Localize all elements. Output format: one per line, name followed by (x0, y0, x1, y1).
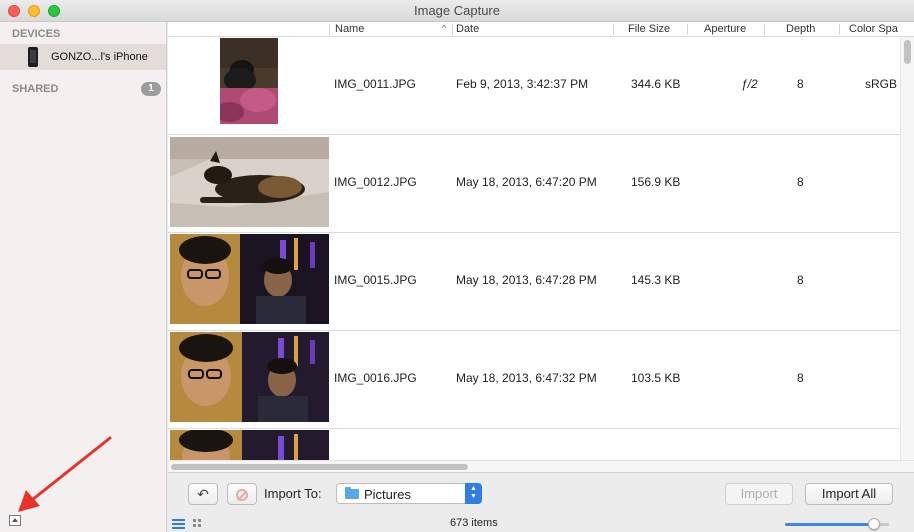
window-title: Image Capture (414, 3, 500, 18)
column-aperture[interactable]: Aperture (704, 23, 746, 35)
device-label: GONZO...l's iPhone (51, 51, 148, 63)
photo-thumbnail[interactable] (170, 137, 329, 227)
vertical-scrollbar[interactable] (900, 37, 914, 460)
column-divider[interactable] (687, 24, 688, 35)
column-divider[interactable] (839, 24, 840, 35)
photo-thumbnail[interactable] (170, 234, 329, 324)
row-file-name: IMG_0012.JPG (334, 175, 417, 189)
grid-view-icon[interactable] (193, 519, 203, 529)
column-divider[interactable] (329, 24, 330, 35)
list-view-icon[interactable] (172, 519, 185, 529)
iphone-icon (28, 47, 38, 67)
column-divider[interactable] (452, 24, 453, 35)
shared-heading[interactable]: SHARED (12, 83, 58, 95)
column-file-size[interactable]: File Size (628, 23, 670, 35)
devices-heading: DEVICES (12, 28, 61, 40)
rotate-left-icon: ↶ (197, 486, 209, 502)
table-row[interactable] (168, 429, 900, 460)
row-file-name: IMG_0016.JPG (334, 371, 417, 385)
sort-ascending-icon: ^ (442, 23, 447, 33)
bottom-toolbar: ↶ Import To: Pictures ▲ ▼ Import Import A… (168, 472, 914, 532)
import-destination-value: Pictures (364, 487, 411, 502)
column-name[interactable]: Name (335, 23, 364, 35)
column-date[interactable]: Date (456, 23, 479, 35)
row-date: May 18, 2013, 6:47:32 PM (456, 371, 597, 385)
row-file-size: 156.9 KB (631, 175, 681, 189)
row-file-size: 103.5 KB (631, 371, 681, 385)
row-aperture: ƒ/2 (741, 77, 758, 91)
image-rows: IMG_0011.JPG Feb 9, 2013, 3:42:37 PM 344… (168, 37, 900, 460)
table-row[interactable]: IMG_0016.JPG May 18, 2013, 6:47:32 PM 10… (168, 331, 900, 429)
sidebar: DEVICES GONZO...l's iPhone SHARED 1 (0, 22, 167, 532)
column-divider[interactable] (613, 24, 614, 35)
row-file-size: 344.6 KB (631, 77, 681, 91)
row-date: Feb 9, 2013, 3:42:37 PM (456, 77, 589, 91)
row-file-name: IMG_0015.JPG (334, 273, 417, 287)
table-row[interactable]: IMG_0012.JPG May 18, 2013, 6:47:20 PM 15… (168, 135, 900, 233)
import-to-label: Import To: (264, 486, 322, 501)
row-depth: 8 (797, 371, 804, 385)
rotate-left-button[interactable]: ↶ (188, 483, 218, 505)
import-destination-select[interactable]: Pictures ▲ ▼ (336, 483, 482, 504)
horizontal-scrollbar[interactable] (168, 460, 914, 472)
item-count: 673 items (450, 517, 498, 529)
row-depth: 8 (797, 77, 804, 91)
row-date: May 18, 2013, 6:47:28 PM (456, 273, 597, 287)
column-depth[interactable]: Depth (786, 23, 815, 35)
thumbnail-size-fill (785, 523, 874, 526)
image-list-pane: Name ^ Date File Size Aperture Depth Col… (168, 22, 914, 532)
row-depth: 8 (797, 175, 804, 189)
column-divider[interactable] (764, 24, 765, 35)
photo-thumbnail[interactable] (220, 38, 278, 124)
import-button[interactable]: Import (725, 483, 793, 505)
column-color-space[interactable]: Color Spa (849, 23, 898, 35)
delete-button[interactable] (227, 483, 257, 505)
delete-icon (236, 489, 248, 501)
popup-arrows-icon: ▲ ▼ (465, 483, 482, 504)
show-details-toggle-icon[interactable] (9, 515, 21, 526)
table-row[interactable]: IMG_0011.JPG Feb 9, 2013, 3:42:37 PM 344… (168, 37, 900, 135)
folder-icon (345, 487, 359, 499)
title-bar: Image Capture (0, 0, 914, 22)
shared-count-badge: 1 (141, 82, 161, 96)
row-file-size: 145.3 KB (631, 273, 681, 287)
horizontal-scroll-thumb[interactable] (171, 464, 468, 470)
table-row[interactable]: IMG_0015.JPG May 18, 2013, 6:47:28 PM 14… (168, 233, 900, 331)
thumbnail-size-slider[interactable] (785, 518, 889, 530)
vertical-scroll-thumb[interactable] (904, 40, 911, 64)
sidebar-item-iphone[interactable]: GONZO...l's iPhone (0, 44, 166, 70)
row-file-name: IMG_0011.JPG (334, 77, 416, 91)
photo-thumbnail[interactable] (170, 332, 329, 422)
column-header: Name ^ Date File Size Aperture Depth Col… (168, 22, 914, 37)
row-date: May 18, 2013, 6:47:20 PM (456, 175, 597, 189)
thumbnail-size-knob[interactable] (867, 518, 880, 530)
row-color-space: sRGB (865, 77, 898, 91)
photo-thumbnail[interactable] (170, 430, 329, 460)
row-depth: 8 (797, 273, 804, 287)
import-all-button[interactable]: Import All (805, 483, 893, 505)
